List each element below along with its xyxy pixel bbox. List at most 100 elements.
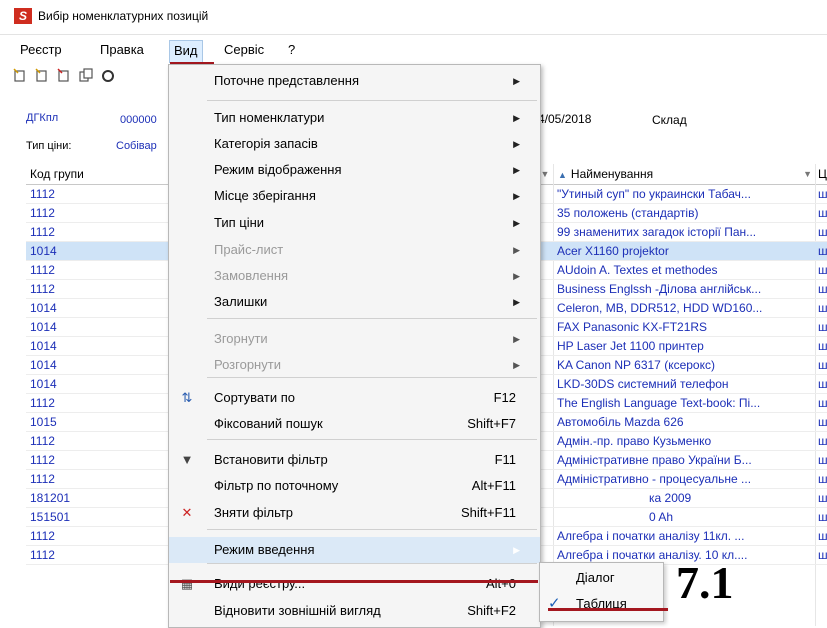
- cell-group-code[interactable]: 1112: [26, 432, 175, 451]
- menu-service[interactable]: Сервіс: [220, 40, 268, 60]
- cell-item-name[interactable]: "Утиный суп" по украински Табач...: [554, 185, 817, 204]
- cell-u[interactable]: ш: [816, 470, 827, 489]
- cell-item-name[interactable]: 99 знаменитих загадок історії Пан...: [554, 223, 817, 242]
- cell-item-name[interactable]: FAX Panasonic KX-FT21RS: [554, 318, 817, 337]
- cell-item-name[interactable]: Адміністративне право України Б...: [554, 451, 817, 470]
- view-menu-item-5[interactable]: Тип ціни ▶: [169, 210, 540, 236]
- new-item-icon[interactable]: [12, 67, 28, 85]
- cell-item-name[interactable]: KA Canon NP 6317 (ксерокс): [554, 356, 817, 375]
- cell-group-code[interactable]: 1112: [26, 546, 175, 565]
- cell-u[interactable]: ш: [816, 527, 827, 546]
- cell-u[interactable]: ш: [816, 432, 827, 451]
- submenu-arrow-icon: ▶: [513, 76, 520, 86]
- refresh-icon[interactable]: [100, 67, 116, 85]
- cell-item-name[interactable]: 0 Ah: [646, 508, 817, 527]
- cell-item-name[interactable]: Адміністративно - процесуальне ...: [554, 470, 817, 489]
- cell-u[interactable]: ш: [816, 546, 827, 565]
- view-menu-item-11[interactable]: ⇅ Сортувати по F12: [169, 385, 540, 411]
- title-bar: S Вибір номенклатурних позицій: [0, 0, 827, 35]
- copy-item-icon[interactable]: [56, 67, 72, 85]
- view-menu-item-13[interactable]: ▼ Встановити фільтр F11: [169, 447, 540, 473]
- duplicate-icon[interactable]: [78, 67, 94, 85]
- submenu-item-dialog[interactable]: Діалог: [540, 565, 663, 591]
- view-menu-item-3[interactable]: Режим відображення ▶: [169, 157, 540, 183]
- view-menu-item-4[interactable]: Місце зберігання ▶: [169, 183, 540, 209]
- cell-u[interactable]: ш: [816, 299, 827, 318]
- cell-group-code[interactable]: 1014: [26, 318, 175, 337]
- view-menu-item-15[interactable]: ✕ Зняти фільтр Shift+F11: [169, 500, 540, 526]
- cell-group-code[interactable]: 1112: [26, 394, 175, 413]
- menu-separator: [207, 318, 537, 319]
- cell-u[interactable]: ш: [816, 394, 827, 413]
- cell-group-code[interactable]: 1112: [26, 470, 175, 489]
- cell-item-name[interactable]: LKD-30DS системний телефон: [554, 375, 817, 394]
- cell-u[interactable]: ш: [816, 356, 827, 375]
- cell-u[interactable]: ш: [816, 413, 827, 432]
- column-filter-icon[interactable]: ▼: [803, 164, 812, 184]
- cell-u[interactable]: ш: [816, 375, 827, 394]
- cell-group-code[interactable]: 1112: [26, 204, 175, 223]
- cell-item-name[interactable]: AUdoin A. Textes et methodes: [554, 261, 817, 280]
- cell-item-name[interactable]: Acer X1160 projektor: [554, 242, 817, 261]
- cell-group-code[interactable]: 1014: [26, 356, 175, 375]
- view-menu-item-17[interactable]: ▦ Види реєстру... Alt+0: [169, 571, 540, 597]
- cell-group-code[interactable]: 1014: [26, 299, 175, 318]
- menu-registry[interactable]: Реєстр: [16, 40, 66, 60]
- cell-u[interactable]: ш: [816, 451, 827, 470]
- cell-group-code[interactable]: 1112: [26, 451, 175, 470]
- new-group-icon[interactable]: [34, 67, 50, 85]
- cell-u[interactable]: ш: [816, 185, 827, 204]
- cell-item-name[interactable]: Celeron, MB, DDR512, HDD WD160...: [554, 299, 817, 318]
- col-header-u[interactable]: Ц: [816, 164, 827, 185]
- price-type-value[interactable]: Собівар: [116, 140, 157, 152]
- col-header-code[interactable]: Код групи: [26, 164, 175, 185]
- col-header-name[interactable]: ▲ Найменування ▼: [554, 164, 816, 185]
- view-menu-item-8[interactable]: Залишки ▶: [169, 289, 540, 315]
- submenu-arrow-icon: ▶: [513, 271, 520, 281]
- menu-separator: [207, 529, 537, 530]
- submenu-item-table-label: Таблиця: [576, 596, 627, 611]
- cell-group-code[interactable]: 1112: [26, 185, 175, 204]
- view-menu-item-18[interactable]: Відновити зовнішній вигляд Shift+F2: [169, 598, 540, 624]
- cell-group-code[interactable]: 1112: [26, 280, 175, 299]
- menu-view[interactable]: Вид: [169, 40, 203, 63]
- cell-item-name[interactable]: ка 2009: [646, 489, 817, 508]
- cell-u[interactable]: ш: [816, 337, 827, 356]
- cell-u[interactable]: ш: [816, 318, 827, 337]
- menu-edit[interactable]: Правка: [96, 40, 148, 60]
- cell-group-code[interactable]: 1015: [26, 413, 175, 432]
- cell-group-code[interactable]: 1014: [26, 337, 175, 356]
- cell-u[interactable]: ш: [816, 489, 827, 508]
- view-menu-item-2[interactable]: Категорія запасів ▶: [169, 131, 540, 157]
- view-menu-item-14[interactable]: Фільтр по поточному Alt+F11: [169, 473, 540, 499]
- cell-group-code[interactable]: 1112: [26, 261, 175, 280]
- cell-u[interactable]: ш: [816, 242, 827, 261]
- cell-u[interactable]: ш: [816, 204, 827, 223]
- view-menu-item-1[interactable]: Тип номенклатури ▶: [169, 105, 540, 131]
- cell-item-name[interactable]: 35 положень (стандартів): [554, 204, 817, 223]
- view-menu-item-16[interactable]: Режим введення ▶: [169, 537, 540, 563]
- cell-item-name[interactable]: HP Laser Jet 1100 принтер: [554, 337, 817, 356]
- cell-u[interactable]: ш: [816, 261, 827, 280]
- cell-group-code[interactable]: 1014: [26, 242, 175, 261]
- cell-group-code[interactable]: 1112: [26, 527, 175, 546]
- view-menu-item-label: Режим відображення: [214, 162, 342, 177]
- view-menu-item-0[interactable]: Поточне представлення ▶: [169, 68, 540, 94]
- view-menu-item-12[interactable]: Фіксований пошук Shift+F7: [169, 411, 540, 437]
- menu-help[interactable]: ?: [284, 40, 299, 60]
- submenu-arrow-icon: ▶: [513, 245, 520, 255]
- cell-u[interactable]: ш: [816, 280, 827, 299]
- view-menu-dropdown: Поточне представлення ▶ Тип номенклатури ▶ К…: [168, 64, 541, 628]
- cell-u[interactable]: ш: [816, 223, 827, 242]
- submenu-item-table[interactable]: ✓ Таблиця: [540, 591, 663, 617]
- cell-item-name[interactable]: Автомобіль Mazda 626: [554, 413, 817, 432]
- cell-group-code[interactable]: 1014: [26, 375, 175, 394]
- cell-item-name[interactable]: Адмін.-пр. право Кузьменко: [554, 432, 817, 451]
- cell-item-name[interactable]: Business Englssh -Ділова англійськ...: [554, 280, 817, 299]
- cell-item-name[interactable]: The English Language Text-book: Пі...: [554, 394, 817, 413]
- cell-group-code[interactable]: 181201: [26, 489, 175, 508]
- cell-u[interactable]: ш: [816, 508, 827, 527]
- cell-item-name[interactable]: Алгебра і початки аналізу 11кл. ...: [554, 527, 817, 546]
- cell-group-code[interactable]: 1112: [26, 223, 175, 242]
- cell-group-code[interactable]: 151501: [26, 508, 175, 527]
